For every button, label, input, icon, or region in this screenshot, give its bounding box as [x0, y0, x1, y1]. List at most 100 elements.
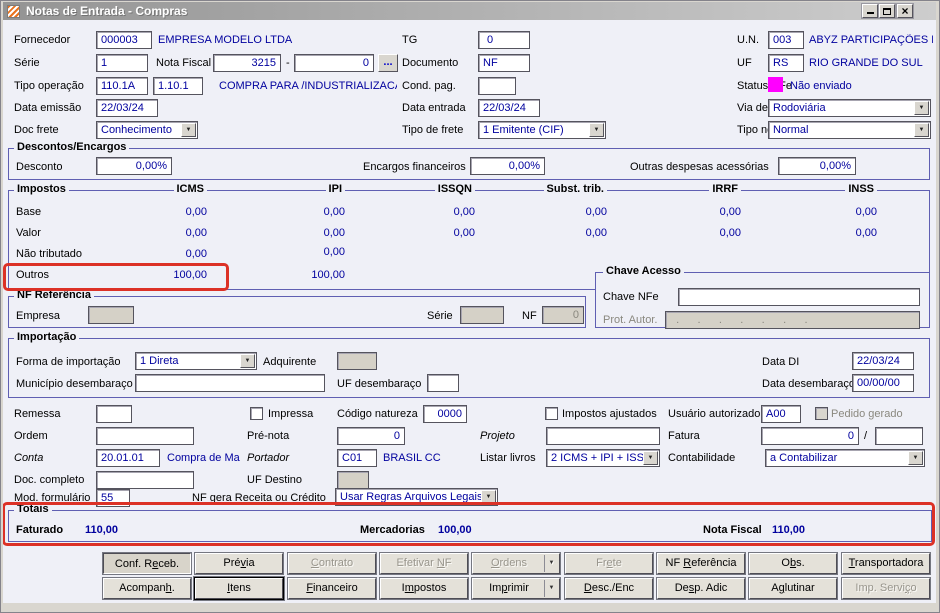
chevron-down-icon[interactable]: ▼ — [914, 101, 929, 115]
via-transporte-value: Rodoviária — [773, 102, 826, 114]
data-di-input[interactable]: 22/03/24 — [852, 352, 914, 370]
projeto-input[interactable] — [546, 427, 660, 445]
desconto-label: Desconto — [16, 161, 62, 173]
nf-gera-label: NF gera Receita ou Crédito — [192, 492, 326, 504]
itens-button[interactable]: Itens — [195, 578, 283, 599]
uf-desembaraco-label: UF desembaraço — [337, 378, 421, 390]
data-di-label: Data DI — [762, 356, 799, 368]
fatura-separator: / — [864, 430, 867, 442]
municipio-desembaraco-input[interactable] — [135, 374, 325, 392]
nota-fiscal-input[interactable]: 3215 — [213, 54, 281, 72]
doc-frete-select[interactable]: Conhecimento▼ — [96, 121, 198, 139]
chevron-down-icon[interactable]: ▼ — [481, 490, 496, 504]
pre-nota-label: Pré-nota — [247, 430, 289, 442]
tax-column-header: IRRF — [709, 183, 741, 195]
close-button[interactable]: × — [897, 4, 913, 18]
outras-despesas-input[interactable]: 0,00% — [778, 157, 856, 175]
projeto-label: Projeto — [480, 430, 515, 442]
nf-referencia-button[interactable]: NF Referência — [657, 553, 745, 574]
chevron-down-icon[interactable]: ▼ — [181, 123, 196, 137]
outras-despesas-label: Outras despesas acessórias — [630, 161, 769, 173]
uf-desembaraco-input[interactable] — [427, 374, 459, 392]
status-nfe-label: Status NFe — [737, 80, 792, 92]
portador-input[interactable]: C01 — [337, 449, 377, 467]
tipo-nota-select[interactable]: Normal▼ — [768, 121, 931, 139]
tipo-operacao-code1-input[interactable]: 110.1A — [96, 77, 148, 95]
tax-column-header: IPI — [326, 183, 345, 195]
un-name: ABYZ PARTICIPAÇÕES E — [809, 34, 933, 46]
contabilidade-value: a Contabilizar — [770, 452, 837, 464]
button-label: Ordens — [491, 557, 527, 569]
chevron-down-icon[interactable]: ▼ — [908, 451, 923, 465]
tax-column-header: ISSQN — [435, 183, 475, 195]
minimize-button[interactable] — [862, 4, 878, 18]
previa-button[interactable]: Prévia — [195, 553, 283, 574]
documento-input[interactable]: NF — [478, 54, 530, 72]
codigo-natureza-input[interactable]: 0000 — [423, 405, 467, 423]
listar-livros-select[interactable]: 2 ICMS + IPI + ISS▼ — [546, 449, 660, 467]
fornecedor-input[interactable]: 000003 — [96, 31, 152, 49]
impostos-ajustados-checkbox[interactable] — [545, 407, 558, 420]
fatura-input[interactable]: 0 — [761, 427, 859, 445]
ordem-input[interactable] — [96, 427, 194, 445]
desconto-input[interactable]: 0,00% — [96, 157, 172, 175]
transportadora-button[interactable]: Transportadora — [842, 553, 930, 574]
pre-nota-input[interactable]: 0 — [337, 427, 405, 445]
forma-importacao-select[interactable]: 1 Direta ▼ — [135, 352, 257, 370]
forma-importacao-value: 1 Direta — [140, 355, 179, 367]
data-emissao-input[interactable]: 22/03/24 — [96, 99, 158, 117]
tipo-operacao-code2-input[interactable]: 1.10.1 — [153, 77, 203, 95]
doc-completo-input[interactable] — [96, 471, 194, 489]
encargos-input[interactable]: 0,00% — [470, 157, 545, 175]
conta-input[interactable]: 20.01.01 — [96, 449, 160, 467]
serie-input[interactable]: 1 — [96, 54, 148, 72]
tipo-frete-select[interactable]: 1 Emitente (CIF) ▼ — [478, 121, 606, 139]
tg-input[interactable]: 0 — [478, 31, 530, 49]
titlebar[interactable]: Notas de Entrada - Compras × — [3, 2, 936, 20]
imprimir-button[interactable]: Imprimir▼ — [472, 578, 560, 599]
tipo-operacao-desc: COMPRA PARA /INDUSTRIALIZACAC — [219, 80, 397, 92]
mod-formulario-input[interactable]: 55 — [96, 489, 130, 507]
efetivar-nf-button: Efetivar NF — [380, 553, 468, 574]
imp-servico-button: Imp. Serviço — [842, 578, 930, 599]
data-entrada-input[interactable]: 22/03/24 — [478, 99, 540, 117]
tax-cell: 0,00 — [527, 206, 607, 218]
conf-receb-button[interactable]: Conf. Receb. — [103, 553, 191, 574]
remessa-label: Remessa — [14, 408, 60, 420]
portador-label: Portador — [247, 452, 289, 464]
tipo-frete-value: 1 Emitente (CIF) — [483, 124, 564, 136]
data-desembaraco-input[interactable]: 00/00/00 — [852, 374, 914, 392]
nf-gera-select[interactable]: Usar Regras Arquivos Legais▼ — [335, 488, 498, 506]
uf-input[interactable]: RS — [768, 54, 804, 72]
usuario-autorizado-input[interactable]: A00 — [761, 405, 801, 423]
desp-adic-button[interactable]: Desp. Adic — [657, 578, 745, 599]
browse-nota-fiscal-button[interactable]: ... — [378, 54, 398, 72]
nota-fiscal-suffix-input[interactable]: 0 — [294, 54, 374, 72]
chave-nfe-input[interactable] — [678, 288, 920, 306]
contabilidade-select[interactable]: a Contabilizar ▼ — [765, 449, 925, 467]
chevron-down-icon[interactable]: ▼ — [589, 123, 604, 137]
button-label: Prévia — [223, 557, 254, 569]
maximize-button[interactable] — [879, 4, 895, 18]
nota-fiscal-total-label: Nota Fiscal — [703, 524, 762, 536]
faturado-value: 110,00 — [85, 524, 118, 536]
acompanh-button[interactable]: Acompanh. — [103, 578, 191, 599]
tax-cell: 0,00 — [127, 206, 207, 218]
codigo-natureza-label: Código natureza — [337, 408, 418, 420]
un-input[interactable]: 003 — [768, 31, 804, 49]
chevron-down-icon[interactable]: ▼ — [643, 451, 658, 465]
chevron-down-icon[interactable]: ▼ — [914, 123, 929, 137]
obs-button[interactable]: Obs. — [749, 553, 837, 574]
chevron-down-icon[interactable]: ▼ — [544, 580, 558, 597]
aglutinar-button[interactable]: Aglutinar — [749, 578, 837, 599]
impressa-checkbox[interactable] — [250, 407, 263, 420]
impostos-button[interactable]: Impostos — [380, 578, 468, 599]
cond-pag-input[interactable] — [478, 77, 516, 95]
remessa-input[interactable] — [96, 405, 132, 423]
desc-enc-button[interactable]: Desc./Enc — [565, 578, 653, 599]
via-transporte-select[interactable]: Rodoviária ▼ — [768, 99, 931, 117]
fatura-parcela-input[interactable] — [875, 427, 923, 445]
mercadorias-value: 100,00 — [438, 524, 472, 536]
chevron-down-icon[interactable]: ▼ — [240, 354, 255, 368]
financeiro-button[interactable]: Financeiro — [288, 578, 376, 599]
